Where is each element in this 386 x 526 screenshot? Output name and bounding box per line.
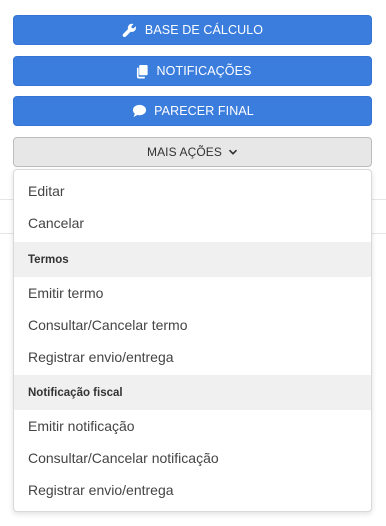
menu-item-consultar-cancelar-notificacao[interactable]: Consultar/Cancelar notificação	[14, 442, 371, 474]
base-calculo-label: BASE DE CÁLCULO	[144, 23, 264, 37]
parecer-final-button[interactable]: PARECER FINAL	[13, 96, 372, 126]
mais-acoes-button[interactable]: MAIS AÇÕES	[13, 137, 372, 167]
comment-icon	[131, 103, 147, 119]
base-calculo-button[interactable]: BASE DE CÁLCULO	[13, 15, 372, 45]
parecer-final-label: PARECER FINAL	[154, 104, 254, 118]
menu-item-emitir-notificacao[interactable]: Emitir notificação	[14, 410, 371, 442]
chevron-down-icon	[228, 147, 238, 157]
wrench-icon	[122, 22, 138, 38]
actions-panel: BASE DE CÁLCULO NOTIFICAÇÕES PARECER FIN…	[0, 0, 386, 526]
menu-section-notificacao-fiscal: Notificação fiscal	[14, 375, 371, 410]
menu-item-registrar-envio-termo[interactable]: Registrar envio/entrega	[14, 341, 371, 373]
menu-section-termos: Termos	[14, 242, 371, 277]
mais-acoes-label: MAIS AÇÕES	[146, 145, 223, 159]
notificacoes-label: NOTIFICAÇÕES	[156, 64, 252, 78]
menu-item-consultar-cancelar-termo[interactable]: Consultar/Cancelar termo	[14, 309, 371, 341]
menu-item-emitir-termo[interactable]: Emitir termo	[14, 277, 371, 309]
menu-item-registrar-envio-notificacao[interactable]: Registrar envio/entrega	[14, 474, 371, 506]
notificacoes-button[interactable]: NOTIFICAÇÕES	[13, 56, 372, 86]
menu-item-editar[interactable]: Editar	[14, 175, 371, 207]
menu-item-cancelar[interactable]: Cancelar	[14, 207, 371, 239]
copy-icon	[134, 63, 150, 79]
mais-acoes-dropdown-menu: Editar Cancelar Termos Emitir termo Cons…	[13, 169, 372, 512]
